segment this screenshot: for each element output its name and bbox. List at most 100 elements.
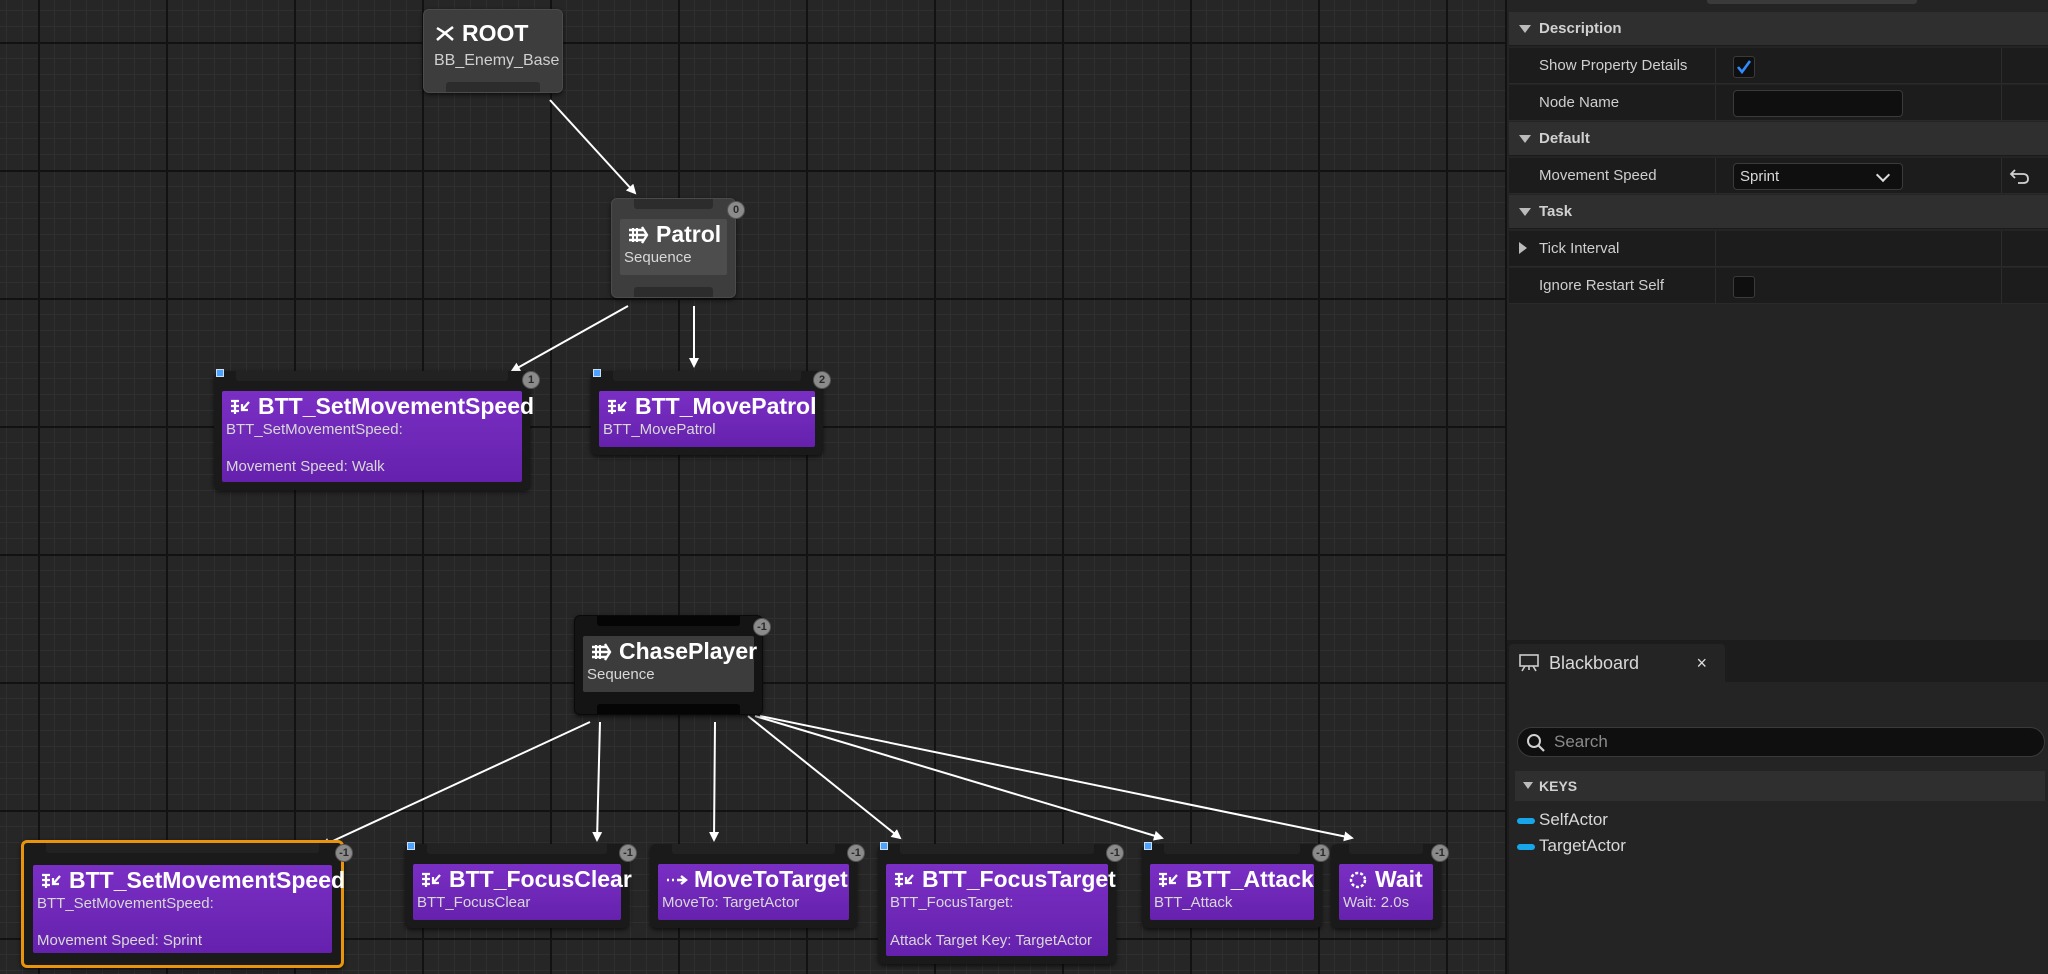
section-default[interactable]: Default <box>1509 122 2048 156</box>
collapse-triangle-icon <box>1519 208 1531 216</box>
root-icon <box>436 25 454 41</box>
task-flag-icon <box>407 842 415 850</box>
execution-index-badge: -1 <box>619 844 637 862</box>
patrol-title: Patrol <box>628 221 721 248</box>
section-description[interactable]: Description <box>1509 12 2048 46</box>
focus-target-node[interactable]: BTT_FocusTarget BTT_FocusTarget: Attack … <box>878 842 1124 964</box>
task-flag-icon <box>216 369 224 377</box>
execution-index-badge: -1 <box>1431 844 1449 862</box>
section-task[interactable]: Task <box>1509 195 2048 229</box>
move-to-target-title-text: MoveToTarget <box>694 866 848 892</box>
key-label: TargetActor <box>1539 836 1626 855</box>
focus-target-line2: Attack Target Key: TargetActor <box>890 932 1093 949</box>
blackboard-key-item[interactable]: TargetActor <box>1517 836 1626 856</box>
task-icon <box>42 873 61 888</box>
ignore-restart-self-checkbox[interactable] <box>1733 276 1755 298</box>
section-description-label: Description <box>1539 20 1622 37</box>
task-icon <box>1159 872 1178 887</box>
wire-chase-setspeed <box>320 721 591 848</box>
wire-chase-attack <box>754 715 1164 841</box>
task-icon <box>422 872 441 887</box>
section-task-label: Task <box>1539 203 1573 220</box>
movement-speed-value: Sprint <box>1740 168 1780 185</box>
reset-to-default-icon[interactable] <box>2009 166 2031 186</box>
set-speed-walk-title: BTT_SetMovementSpeed <box>230 393 534 420</box>
execution-index-badge: -1 <box>1106 844 1124 862</box>
set-speed-sprint-title-text: BTT_SetMovementSpeed <box>69 867 346 893</box>
node-name-field[interactable] <box>1733 90 1903 117</box>
execution-index-badge: 2 <box>813 371 831 389</box>
attack-subtitle: BTT_Attack <box>1154 894 1233 911</box>
move-patrol-node[interactable]: BTT_MovePatrol BTT_MovePatrol 2 <box>591 369 831 455</box>
set-speed-walk-title-text: BTT_SetMovementSpeed <box>258 393 535 419</box>
move-to-target-node[interactable]: MoveToTarget MoveTo: TargetActor -1 <box>650 844 865 928</box>
blackboard-tab[interactable]: Blackboard × <box>1509 644 1725 682</box>
section-default-label: Default <box>1539 130 1590 147</box>
task-icon <box>231 399 250 414</box>
collapse-triangle-icon <box>1519 25 1531 33</box>
movement-speed-dropdown[interactable]: Sprint <box>1733 163 1903 190</box>
task-flag-icon <box>1144 842 1152 850</box>
blackboard-icon <box>1519 654 1539 672</box>
row-tick-interval[interactable]: Tick Interval <box>1509 231 2048 267</box>
root-title-text: ROOT <box>462 20 529 46</box>
focus-clear-title-text: BTT_FocusClear <box>449 866 632 892</box>
row-ignore-restart-self: Ignore Restart Self <box>1509 268 2048 304</box>
set-movement-speed-sprint-node[interactable]: BTT_SetMovementSpeed BTT_SetMovementSpee… <box>21 840 353 968</box>
attack-title-text: BTT_Attack <box>1186 866 1314 892</box>
patrol-title-text: Patrol <box>656 221 722 247</box>
keys-header-label: KEYS <box>1539 778 1578 794</box>
show-property-details-checkbox[interactable] <box>1733 56 1755 78</box>
execution-index-badge: 0 <box>727 201 745 219</box>
move-patrol-title: BTT_MovePatrol <box>607 393 816 420</box>
chase-player-node[interactable]: ChasePlayer Sequence -1 <box>574 615 771 715</box>
search-icon <box>1527 734 1545 752</box>
patrol-node[interactable]: Patrol Sequence 0 <box>611 198 745 298</box>
collapse-triangle-icon <box>1519 135 1531 143</box>
set-speed-walk-line1: BTT_SetMovementSpeed: <box>226 421 403 438</box>
focus-clear-node[interactable]: BTT_FocusClear BTT_FocusClear -1 <box>405 842 637 928</box>
row-node-name: Node Name <box>1509 85 2048 121</box>
wait-icon <box>1349 871 1367 888</box>
wire-chase-movetotarget <box>709 721 720 842</box>
wire-chase-wait <box>759 715 1354 842</box>
wire-root-patrol <box>549 99 637 195</box>
set-speed-walk-line2: Movement Speed: Walk <box>226 458 385 475</box>
move-to-target-subtitle: MoveTo: TargetActor <box>662 894 800 911</box>
wait-node[interactable]: Wait Wait: 2.0s -1 <box>1331 844 1449 928</box>
sequence-icon <box>592 642 612 661</box>
behavior-tree-graph[interactable]: ROOT BB_Enemy_Base Patrol Sequence 0 BTT… <box>0 0 1505 974</box>
root-node[interactable]: ROOT BB_Enemy_Base <box>423 9 563 93</box>
close-icon[interactable]: × <box>1696 644 1707 682</box>
execution-index-badge: -1 <box>1312 844 1330 862</box>
root-title: ROOT <box>434 20 528 47</box>
key-label: SelfActor <box>1539 810 1608 829</box>
row-movement-speed: Movement Speed Sprint <box>1509 158 2048 194</box>
set-speed-sprint-title: BTT_SetMovementSpeed <box>41 867 345 894</box>
attack-node[interactable]: BTT_Attack BTT_Attack -1 <box>1142 842 1330 928</box>
blackboard-key-item[interactable]: SelfActor <box>1517 810 1608 830</box>
task-icon <box>608 399 627 414</box>
wait-title-text: Wait <box>1375 866 1423 892</box>
object-key-icon <box>1517 818 1535 824</box>
task-icon <box>895 872 914 887</box>
tick-interval-label: Tick Interval <box>1539 240 1620 257</box>
wire-chase-focusclear <box>592 721 603 842</box>
attack-title: BTT_Attack <box>1158 866 1314 893</box>
movement-speed-label: Movement Speed <box>1539 167 1657 184</box>
keys-header[interactable]: KEYS <box>1515 771 2045 801</box>
expand-triangle-icon[interactable] <box>1519 242 1527 254</box>
move-to-icon <box>667 874 688 885</box>
execution-index-badge: -1 <box>335 844 353 862</box>
focus-target-title-text: BTT_FocusTarget <box>922 866 1116 892</box>
collapse-triangle-icon <box>1523 782 1533 789</box>
execution-index-badge: 1 <box>522 371 540 389</box>
blackboard-search-input[interactable]: Search <box>1517 727 2045 757</box>
chase-player-title-text: ChasePlayer <box>619 638 758 664</box>
checkmark-icon <box>1736 60 1752 75</box>
task-flag-icon <box>880 842 888 850</box>
set-movement-speed-walk-node[interactable]: BTT_SetMovementSpeed BTT_SetMovementSpee… <box>214 369 540 490</box>
wait-title: Wait <box>1347 866 1423 893</box>
row-show-property-details: Show Property Details <box>1509 48 2048 84</box>
execution-index-badge: -1 <box>847 844 865 862</box>
